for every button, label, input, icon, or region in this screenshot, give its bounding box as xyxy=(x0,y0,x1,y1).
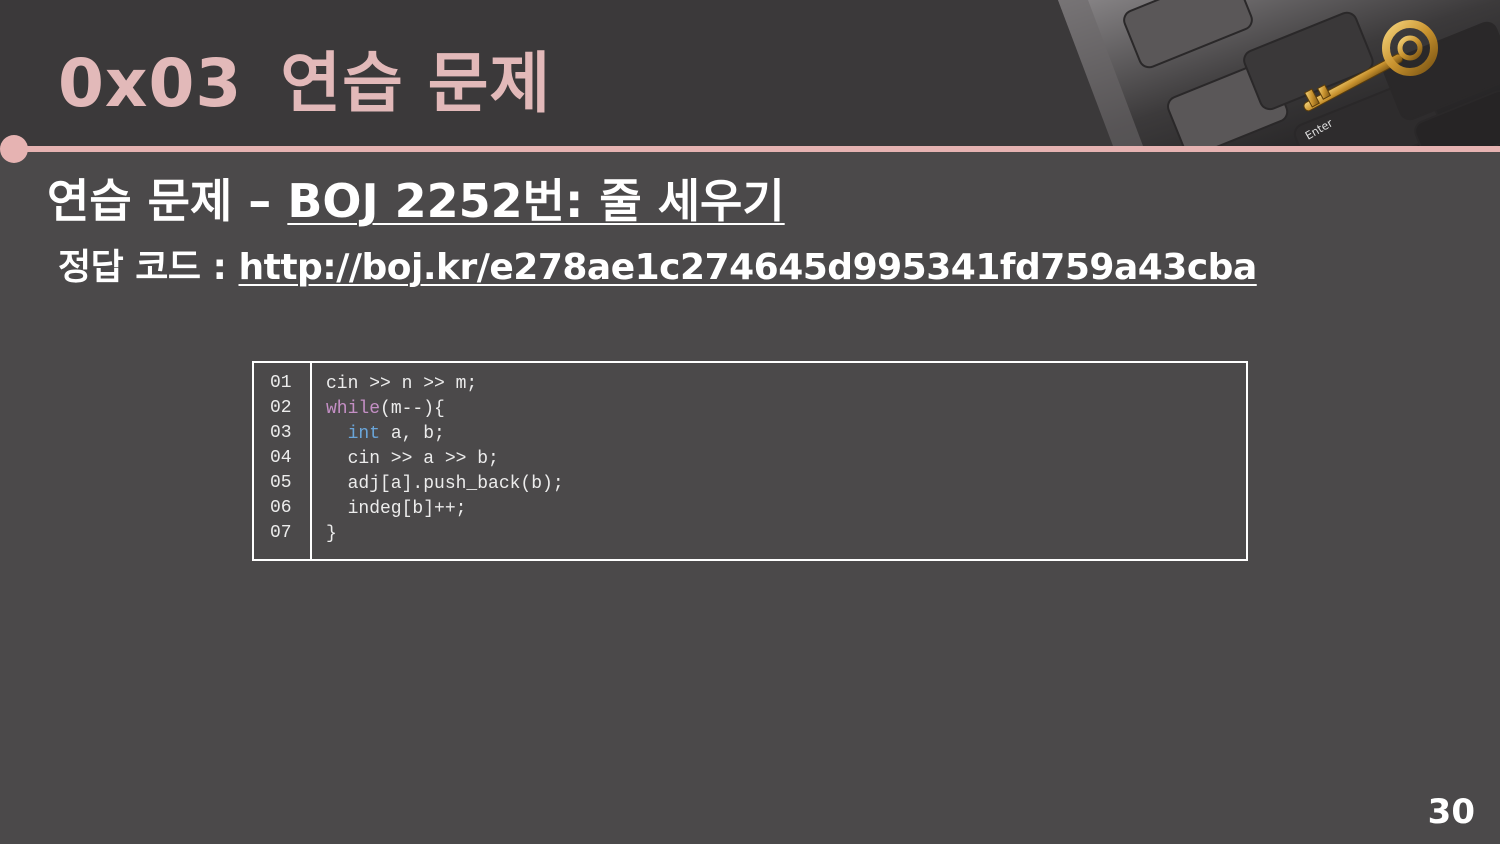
code-line: indeg[b]++; xyxy=(326,499,467,519)
line-number: 01 xyxy=(270,373,292,393)
title-divider xyxy=(14,146,1500,152)
slide-title-number: 0x03 xyxy=(58,45,243,122)
code-line: while(m--){ xyxy=(326,397,564,422)
slide-title-text: 연습 문제 xyxy=(280,45,552,122)
answer-url-link[interactable]: http://boj.kr/e278ae1c274645d995341fd759… xyxy=(238,247,1257,288)
line-number-gutter: 01 02 03 04 05 06 07 xyxy=(254,363,312,559)
code-line: cin >> a >> b; xyxy=(326,449,499,469)
code-block: 01 02 03 04 05 06 07 cin >> n >> m; whil… xyxy=(252,361,1248,561)
answer-code-line: 정답 코드 : http://boj.kr/e278ae1c274645d995… xyxy=(58,238,1257,290)
code-lines: cin >> n >> m; while(m--){ int a, b; cin… xyxy=(312,363,564,559)
problem-link[interactable]: BOJ 2252번: 줄 세우기 xyxy=(287,174,784,228)
line-number: 04 xyxy=(270,448,292,468)
keyboard-key-photo: Enter xyxy=(1058,0,1500,146)
divider-dot xyxy=(0,135,28,163)
problem-heading-prefix: 연습 문제 – xyxy=(47,174,288,228)
keyword-int: int xyxy=(347,424,381,444)
line-number: 06 xyxy=(270,498,292,518)
line-number: 02 xyxy=(270,398,292,418)
code-line: adj[a].push_back(b); xyxy=(326,474,564,494)
line-number: 05 xyxy=(270,473,292,493)
code-line: } xyxy=(326,524,337,544)
code-line: int a, b; xyxy=(326,422,564,447)
line-number: 03 xyxy=(270,423,292,443)
code-line: cin >> n >> m; xyxy=(326,374,478,394)
keyword-while: while xyxy=(326,399,381,419)
code-text: (m--){ xyxy=(380,399,445,419)
slide-title: 0x03 연습 문제 xyxy=(58,30,551,126)
problem-heading: 연습 문제 – BOJ 2252번: 줄 세우기 xyxy=(47,165,785,231)
page-number: 30 xyxy=(1427,792,1475,832)
answer-label: 정답 코드 : xyxy=(58,247,239,288)
line-number: 07 xyxy=(270,523,292,543)
code-text: a, b; xyxy=(380,424,445,444)
